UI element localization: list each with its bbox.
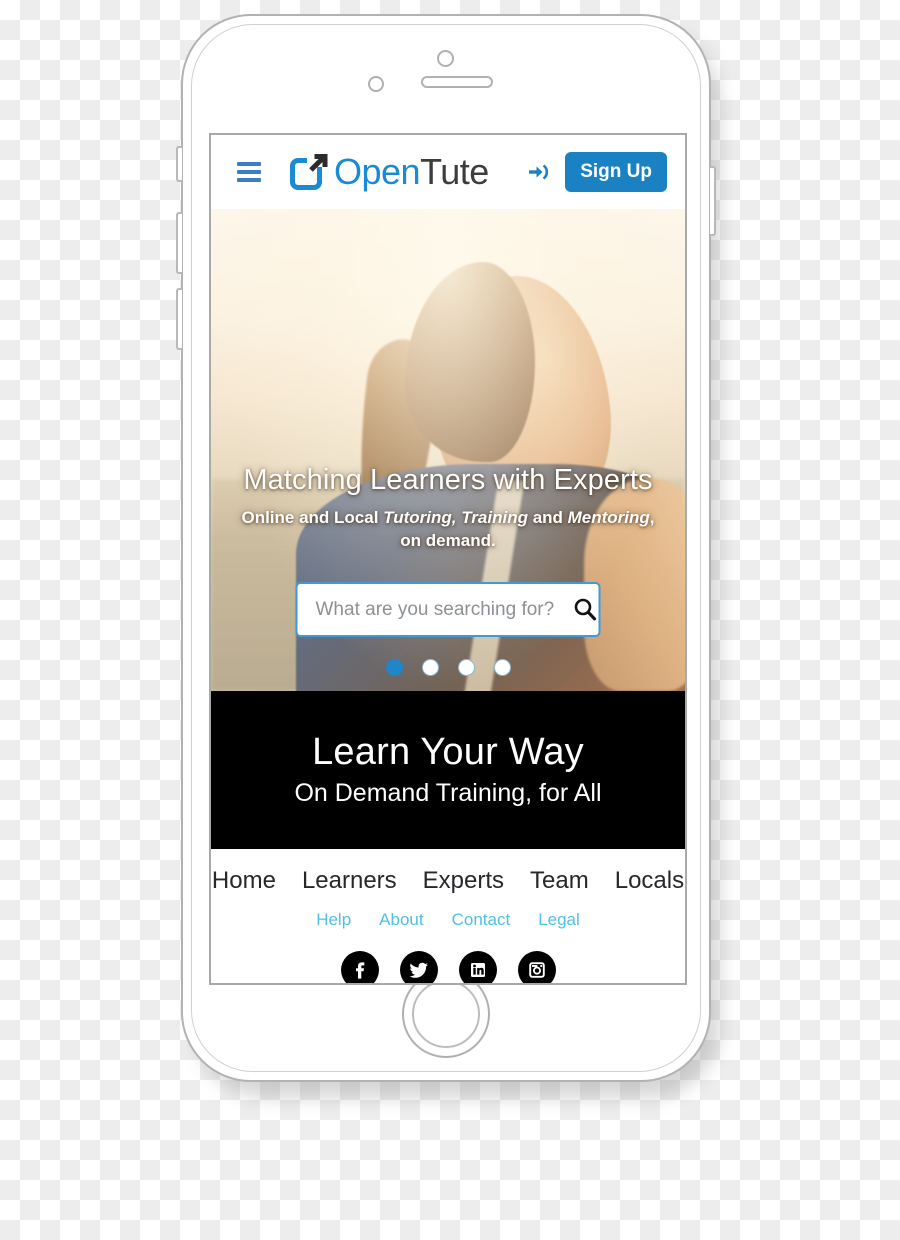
brand-logo[interactable]: OpenTute <box>289 151 527 193</box>
logo-arrow-glyph <box>309 154 328 172</box>
hero-copy-block: Matching Learners with Experts Online an… <box>211 464 685 552</box>
promo-title: Learn Your Way <box>312 731 584 773</box>
footer-link-learners[interactable]: Learners <box>302 867 397 895</box>
twitter-icon[interactable] <box>399 951 438 983</box>
carousel-dot-4[interactable] <box>493 659 511 676</box>
promo-subtitle: On Demand Training, for All <box>294 778 602 807</box>
silent-switch-button[interactable] <box>176 146 182 182</box>
footer-link-contact[interactable]: Contact <box>452 910 511 930</box>
search-icon[interactable] <box>569 597 615 622</box>
carousel-dots <box>211 659 685 676</box>
promo-banner: Learn Your Way On Demand Training, for A… <box>211 691 685 849</box>
hamburger-bar <box>237 170 261 174</box>
footer-link-legal[interactable]: Legal <box>538 910 580 930</box>
power-button[interactable] <box>710 166 716 236</box>
carousel-dot-3[interactable] <box>457 659 475 676</box>
carousel-dot-1[interactable] <box>385 659 403 676</box>
brand-name: OpenTute <box>334 151 489 193</box>
hero-subtitle-emphasis: Mentoring <box>567 508 650 528</box>
phone-screen: OpenTute Sign Up Matching Learners with … <box>209 133 687 985</box>
hamburger-bar <box>237 178 261 182</box>
volume-up-button[interactable] <box>176 212 182 274</box>
footer-link-experts[interactable]: Experts <box>423 867 504 895</box>
footer-primary-nav: Home Learners Experts Team Locals <box>212 867 684 895</box>
volume-down-button[interactable] <box>176 288 182 350</box>
home-button-inner-ring <box>412 980 480 1048</box>
search-input[interactable] <box>297 598 569 621</box>
hero-subtitle: Online and Local Tutoring, Training and … <box>233 507 663 552</box>
hero-search-bar[interactable] <box>295 582 601 637</box>
earpiece-speaker <box>421 76 493 88</box>
footer-link-help[interactable]: Help <box>316 910 351 930</box>
app-footer: Home Learners Experts Team Locals Help A… <box>211 849 685 983</box>
linkedin-icon[interactable] <box>458 951 497 983</box>
hamburger-bar <box>237 162 261 166</box>
hero-subtitle-emphasis: Tutoring, Training <box>383 508 528 528</box>
brand-name-second: Tute <box>420 151 489 192</box>
hero-subtitle-text: Online and Local <box>241 508 384 528</box>
hamburger-menu-icon[interactable] <box>237 162 261 182</box>
hero-carousel: Matching Learners with Experts Online an… <box>211 209 685 691</box>
facebook-icon[interactable] <box>340 951 379 983</box>
app-header: OpenTute Sign Up <box>211 135 685 209</box>
sign-in-arrow-icon[interactable] <box>527 162 549 182</box>
signup-button[interactable]: Sign Up <box>565 152 667 192</box>
instagram-icon[interactable] <box>517 951 556 983</box>
footer-link-team[interactable]: Team <box>530 867 589 895</box>
footer-link-about[interactable]: About <box>379 910 423 930</box>
social-links <box>221 951 675 983</box>
camera-lens-icon <box>437 50 454 67</box>
hero-subtitle-text: and <box>527 508 568 528</box>
phone-device-frame: OpenTute Sign Up Matching Learners with … <box>176 14 716 1082</box>
footer-link-locals[interactable]: Locals <box>615 867 684 895</box>
brand-name-first: Open <box>334 151 421 192</box>
hero-figure-hair <box>405 262 536 463</box>
footer-link-home[interactable]: Home <box>212 867 276 895</box>
external-link-arrow-icon <box>289 151 331 193</box>
carousel-dot-2[interactable] <box>421 659 439 676</box>
footer-secondary-nav: Help About Contact Legal <box>221 910 675 930</box>
proximity-sensor-icon <box>368 76 384 92</box>
hero-title: Matching Learners with Experts <box>243 464 653 496</box>
